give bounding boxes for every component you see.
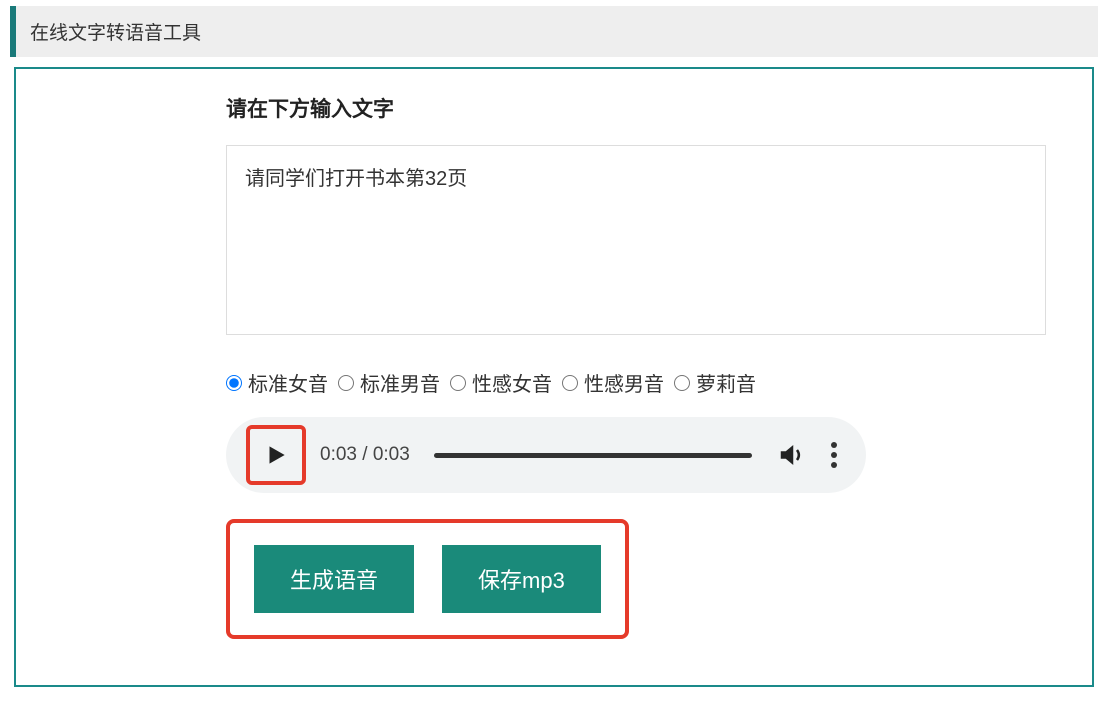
speaker-icon (777, 440, 807, 470)
audio-player: 0:03 / 0:03 (226, 417, 866, 493)
progress-slider[interactable] (434, 453, 752, 458)
more-icon (831, 442, 837, 448)
voice-option-standard-female[interactable]: 标准女音 (226, 368, 328, 397)
play-icon (263, 442, 289, 468)
volume-button[interactable] (776, 439, 808, 471)
input-label: 请在下方输入文字 (226, 93, 1068, 123)
text-input[interactable] (226, 145, 1046, 335)
voice-radio-sexy-male[interactable] (562, 375, 578, 391)
voice-label: 标准女音 (248, 368, 328, 397)
save-mp3-button[interactable]: 保存mp3 (442, 545, 601, 613)
page-header: 在线文字转语音工具 (10, 6, 1098, 57)
voice-label: 萝莉音 (696, 368, 756, 397)
voice-option-standard-male[interactable]: 标准男音 (338, 368, 440, 397)
voice-option-sexy-female[interactable]: 性感女音 (450, 368, 552, 397)
voice-radio-standard-male[interactable] (338, 375, 354, 391)
more-options-button[interactable] (822, 439, 846, 471)
main-panel: 请在下方输入文字 标准女音 标准男音 性感女音 性感男音 萝莉音 (14, 67, 1094, 687)
voice-option-loli[interactable]: 萝莉音 (674, 368, 756, 397)
voice-radio-loli[interactable] (674, 375, 690, 391)
voice-radio-sexy-female[interactable] (450, 375, 466, 391)
more-icon (831, 462, 837, 468)
voice-label: 性感男音 (584, 368, 664, 397)
voice-options-group: 标准女音 标准男音 性感女音 性感男音 萝莉音 (226, 368, 1068, 397)
time-display: 0:03 / 0:03 (320, 444, 410, 466)
voice-radio-standard-female[interactable] (226, 375, 242, 391)
more-icon (831, 452, 837, 458)
play-button-highlight (246, 425, 306, 485)
voice-label: 标准男音 (360, 368, 440, 397)
page-title: 在线文字转语音工具 (30, 23, 201, 44)
action-buttons-highlight: 生成语音 保存mp3 (226, 519, 629, 639)
voice-label: 性感女音 (472, 368, 552, 397)
voice-option-sexy-male[interactable]: 性感男音 (562, 368, 664, 397)
play-button[interactable] (254, 433, 298, 477)
generate-audio-button[interactable]: 生成语音 (254, 545, 414, 613)
